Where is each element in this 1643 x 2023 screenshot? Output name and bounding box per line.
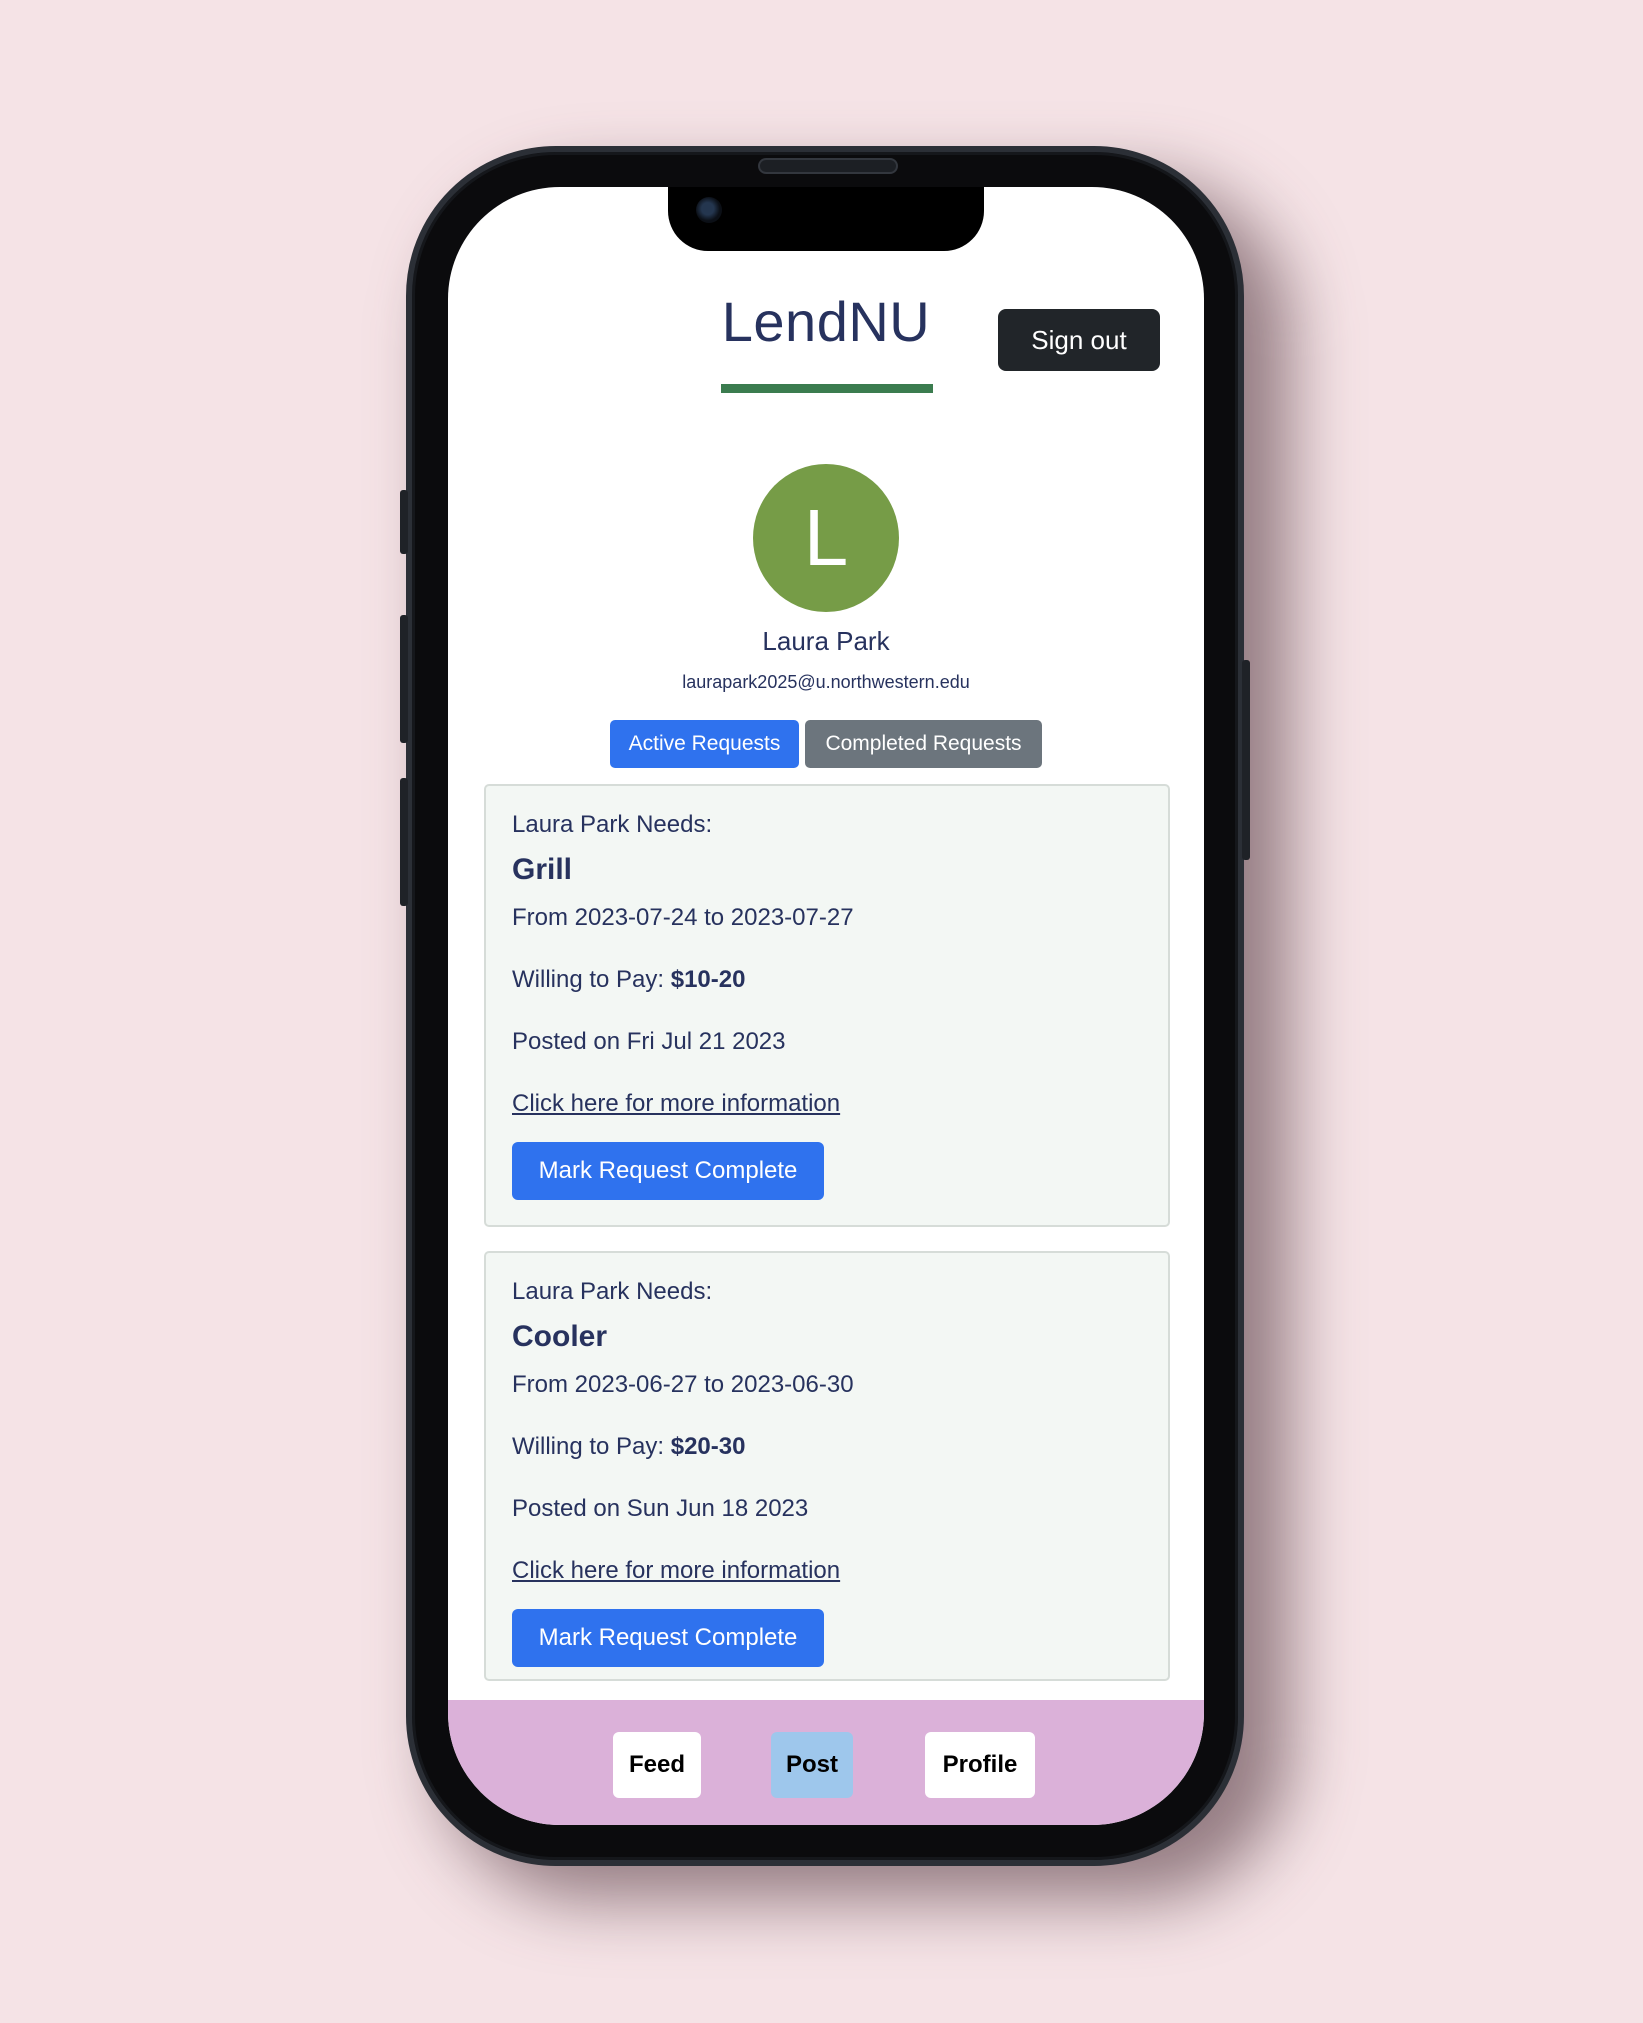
- request-needs-label: Laura Park Needs:: [512, 1278, 713, 1305]
- user-name: Laura Park: [762, 626, 890, 656]
- request-card: Laura Park Needs: Grill From 2023-07-24 …: [484, 784, 1170, 1227]
- nav-profile-button[interactable]: Profile: [925, 1732, 1035, 1798]
- request-date-range: From 2023-06-27 to 2023-06-30: [512, 1371, 854, 1398]
- pay-value: $20-30: [670, 1433, 746, 1460]
- nav-feed-button[interactable]: Feed: [613, 1732, 701, 1798]
- phone-volume-down: [400, 778, 408, 906]
- phone-power-button: [1242, 660, 1250, 860]
- request-item-name: Grill: [512, 853, 573, 886]
- pay-value: $10-20: [670, 966, 746, 993]
- request-posted-date: Posted on Sun Jun 18 2023: [512, 1495, 809, 1522]
- tab-completed-requests[interactable]: Completed Requests: [805, 720, 1042, 768]
- request-posted-date: Posted on Fri Jul 21 2023: [512, 1028, 786, 1055]
- request-item-name: Cooler: [512, 1320, 608, 1353]
- tab-active-requests[interactable]: Active Requests: [610, 720, 799, 768]
- sign-out-button[interactable]: Sign out: [998, 309, 1160, 371]
- phone-volume-up: [400, 615, 408, 743]
- pay-label: Willing to Pay:: [512, 966, 671, 993]
- phone-speaker: [758, 158, 898, 174]
- mark-complete-button[interactable]: Mark Request Complete: [512, 1609, 824, 1667]
- phone-notch: [668, 187, 984, 251]
- request-card: Laura Park Needs: Cooler From 2023-06-27…: [484, 1251, 1170, 1681]
- request-pay: Willing to Pay: $10-20: [512, 966, 745, 994]
- request-date-range: From 2023-07-24 to 2023-07-27: [512, 904, 854, 931]
- more-info-link[interactable]: Click here for more information: [512, 1090, 840, 1118]
- pay-label: Willing to Pay:: [512, 1433, 671, 1460]
- phone-screen: LendNU Sign out L Laura Park laurapark20…: [448, 187, 1204, 1825]
- front-camera-icon: [696, 197, 722, 223]
- nav-post-button[interactable]: Post: [771, 1732, 853, 1798]
- user-email: laurapark2025@u.northwestern.edu: [682, 672, 970, 692]
- request-pay: Willing to Pay: $20-30: [512, 1433, 745, 1461]
- mark-complete-button[interactable]: Mark Request Complete: [512, 1142, 824, 1200]
- request-needs-label: Laura Park Needs:: [512, 811, 713, 838]
- bottom-nav: Feed Post Profile: [448, 1700, 1204, 1825]
- title-underline: [721, 384, 933, 393]
- phone-mute-switch: [400, 490, 408, 554]
- avatar: L: [753, 464, 899, 612]
- more-info-link[interactable]: Click here for more information: [512, 1557, 840, 1585]
